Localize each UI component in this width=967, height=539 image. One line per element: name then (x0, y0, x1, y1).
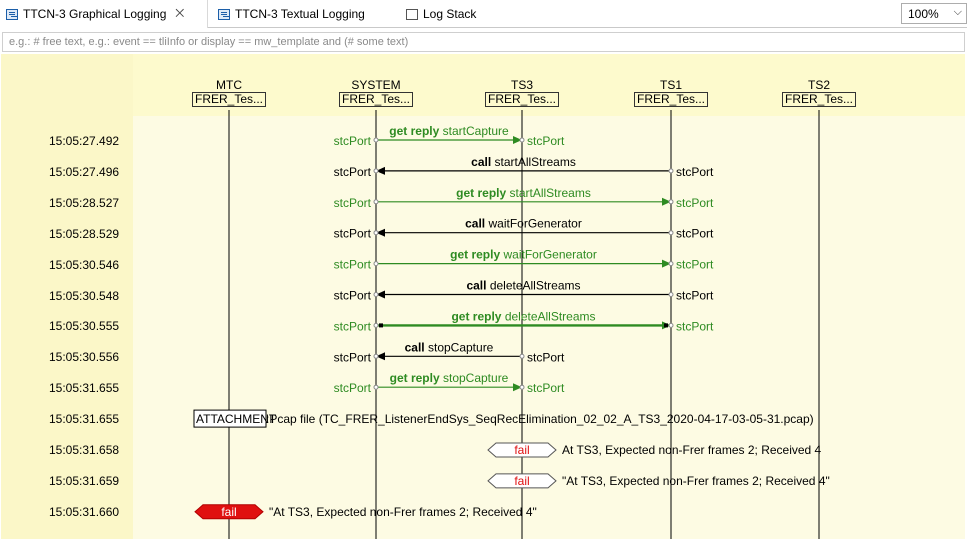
port-dot (668, 261, 674, 267)
message-label[interactable]: get reply stopCapture (390, 371, 509, 385)
port-label: stcPort (676, 227, 714, 241)
verdict-text: "At TS3, Expected non-Frer frames 2; Rec… (562, 474, 830, 488)
message-label[interactable]: call startAllStreams (471, 155, 576, 169)
close-icon[interactable]: ⨉ (175, 8, 184, 21)
port-label: stcPort (334, 227, 372, 241)
port-dot (373, 261, 379, 267)
zoom-select[interactable]: 100% ⌵ (901, 3, 967, 24)
port-dot (373, 199, 379, 205)
port-label: stcPort (527, 350, 565, 364)
filter-input[interactable]: e.g.: # free text, e.g.: event == tliInf… (2, 32, 965, 52)
verdict-label: fail (514, 443, 529, 457)
textual-log-icon (218, 8, 230, 20)
port-label: stcPort (334, 258, 372, 272)
port-dot (668, 199, 674, 205)
port-dot (668, 322, 674, 328)
message-marker (379, 323, 383, 328)
editor-tab-bar: TTCN-3 Graphical Logging ⨉ TTCN-3 Textua… (0, 0, 967, 28)
port-dot (373, 322, 379, 328)
port-dot (519, 384, 525, 390)
attachment-text: :Pcap file (TC_FRER_ListenerEndSys_SeqRe… (266, 412, 814, 426)
verdict-text: At TS3, Expected non-Frer frames 2; Rece… (562, 443, 822, 457)
port-dot (373, 384, 379, 390)
port-label: stcPort (527, 134, 565, 148)
port-label: stcPort (334, 350, 372, 364)
port-label: stcPort (334, 319, 372, 333)
message-label[interactable]: call waitForGenerator (465, 217, 582, 231)
port-dot (373, 168, 379, 174)
port-dot (668, 168, 674, 174)
port-label: stcPort (334, 134, 372, 148)
attachment-tag: ATTACHMENT (196, 412, 277, 426)
zoom-value: 100% (908, 6, 939, 21)
port-label: stcPort (334, 381, 372, 395)
port-label: stcPort (676, 319, 714, 333)
tab-label: TTCN-3 Graphical Logging (23, 7, 167, 21)
port-label: stcPort (334, 165, 372, 179)
port-dot (519, 137, 525, 143)
message-label[interactable]: get reply startCapture (389, 124, 509, 138)
message-label[interactable]: call deleteAllStreams (466, 279, 580, 293)
port-label: stcPort (676, 165, 714, 179)
verdict-label: fail (514, 474, 529, 488)
port-dot (519, 353, 525, 359)
port-label: stcPort (527, 381, 565, 395)
port-label: stcPort (676, 289, 714, 303)
tab-label: TTCN-3 Textual Logging (235, 7, 365, 21)
message-marker (664, 323, 668, 328)
port-dot (668, 230, 674, 236)
tab-graphical-logging[interactable]: TTCN-3 Graphical Logging ⨉ (0, 0, 208, 28)
port-dot (373, 137, 379, 143)
graphical-log-icon (6, 8, 18, 20)
port-dot (373, 230, 379, 236)
port-dot (373, 292, 379, 297)
tab-label: Log Stack (423, 7, 477, 21)
sequence-diagram[interactable]: stcPort stcPort get reply startCapture stcP… (1, 54, 965, 539)
log-area[interactable]: MTC FRER_Tes... SYSTEM FRER_Tes... TS3 FRER_T… (1, 54, 965, 539)
message-label[interactable]: get reply deleteAllStreams (451, 309, 595, 323)
port-label: stcPort (334, 289, 372, 303)
port-label: stcPort (676, 196, 714, 210)
tab-textual-logging[interactable]: TTCN-3 Textual Logging (212, 0, 371, 28)
tab-log-stack[interactable]: Log Stack (400, 0, 482, 28)
log-stack-icon (406, 8, 418, 20)
message-label[interactable]: call stopCapture (405, 340, 494, 354)
port-dot (668, 292, 674, 297)
message-label[interactable]: get reply startAllStreams (456, 186, 591, 200)
message-label[interactable]: get reply waitForGenerator (450, 248, 597, 262)
filter-placeholder: e.g.: # free text, e.g.: event == tliInf… (9, 36, 409, 48)
verdict-label: fail (221, 505, 236, 519)
port-dot (373, 353, 379, 359)
chevron-down-icon: ⌵ (953, 6, 962, 18)
port-label: stcPort (334, 196, 372, 210)
port-label: stcPort (676, 258, 714, 272)
verdict-text: "At TS3, Expected non-Frer frames 2; Rec… (269, 505, 537, 519)
